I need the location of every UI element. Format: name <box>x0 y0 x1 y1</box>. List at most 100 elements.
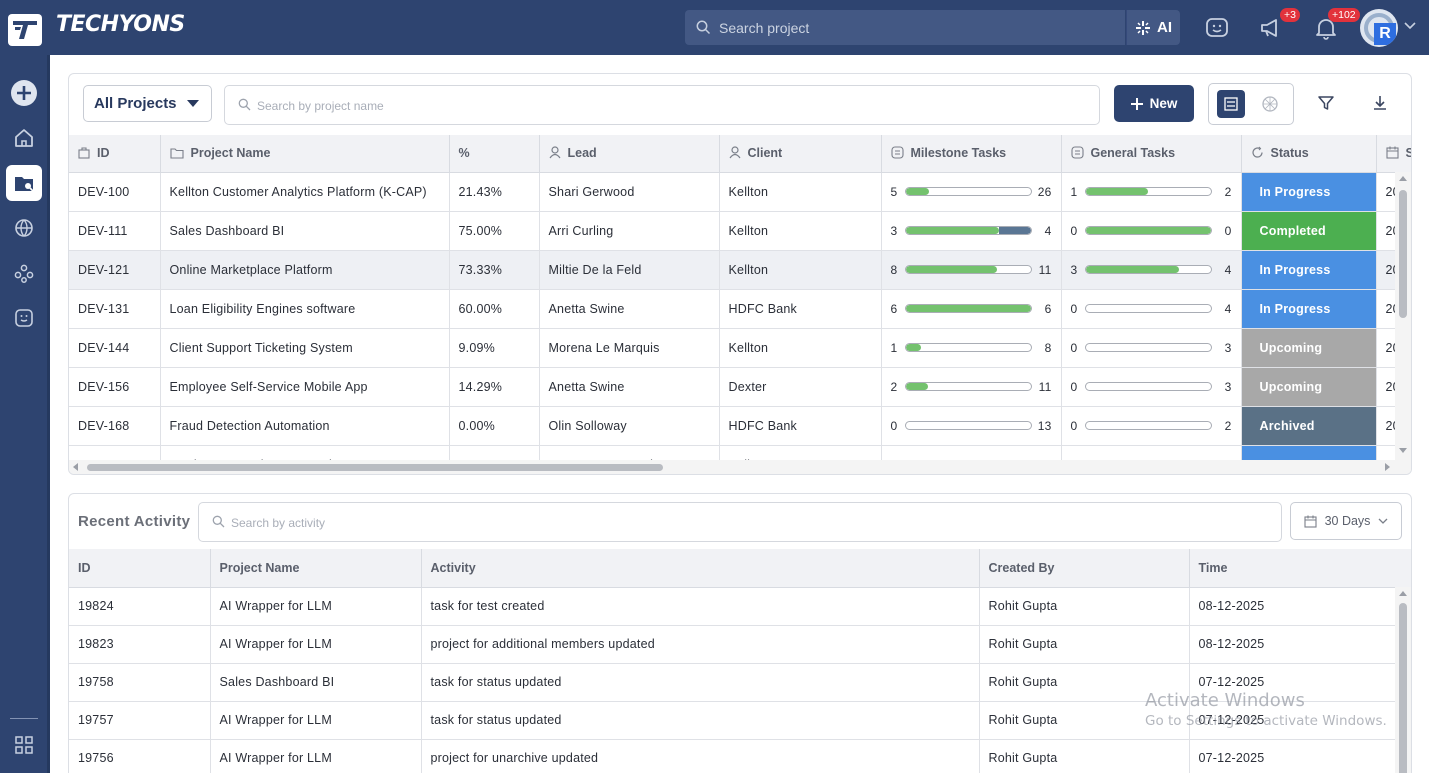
table-row[interactable]: 19756AI Wrapper for LLMproject for unarc… <box>69 739 1411 773</box>
ai-label: AI <box>1157 19 1172 36</box>
cell-project-name[interactable]: Loan Eligibility Engines software <box>160 289 449 328</box>
cell-activity-time: 07-12-2025 <box>1189 701 1411 739</box>
table-row[interactable]: DEV-156Employee Self-Service Mobile App1… <box>69 367 1411 406</box>
cell-milestone-tasks: 412 <box>881 445 1061 460</box>
activity-vertical-scrollbar[interactable] <box>1395 587 1411 773</box>
task-icon <box>891 146 904 159</box>
cell-status[interactable]: Completed <box>1241 211 1376 250</box>
cell-project-name[interactable]: Client Support Ticketing System <box>160 328 449 367</box>
status-badge[interactable]: In Progress <box>1242 290 1376 328</box>
global-search[interactable] <box>685 10 1125 45</box>
col-project-name[interactable]: Project Name <box>160 135 449 172</box>
cell-status[interactable]: Upcoming <box>1241 367 1376 406</box>
ai-button[interactable]: AI <box>1126 10 1180 45</box>
cell-general-tasks: 04 <box>1061 445 1241 460</box>
projects-horizontal-scrollbar[interactable] <box>69 460 1411 474</box>
cell-status[interactable]: In Progress <box>1241 289 1376 328</box>
cell-project-name[interactable]: Invoice Processing Automation <box>160 445 449 460</box>
project-filter-dropdown[interactable]: All Projects <box>83 85 212 122</box>
project-search-input[interactable] <box>257 97 857 115</box>
table-row[interactable]: DEV-111Sales Dashboard BI75.00%Arri Curl… <box>69 211 1411 250</box>
rail-apps[interactable] <box>6 727 42 763</box>
cell-project-name[interactable]: Fraud Detection Automation <box>160 406 449 445</box>
col-percent[interactable]: % <box>449 135 539 172</box>
chevron-down-icon[interactable] <box>1404 22 1416 30</box>
col-activity-project[interactable]: Project Name <box>210 549 421 587</box>
col-activity-created-by[interactable]: Created By <box>979 549 1189 587</box>
cell-status[interactable]: In Progress <box>1241 172 1376 211</box>
col-activity-id[interactable]: ID <box>69 549 210 587</box>
cell-project-name[interactable]: Sales Dashboard BI <box>160 211 449 250</box>
cell-status[interactable]: Upcoming <box>1241 328 1376 367</box>
status-badge[interactable]: Archived <box>1242 407 1376 445</box>
cell-project-name[interactable]: Online Marketplace Platform <box>160 250 449 289</box>
table-row[interactable]: DEV-179Invoice Processing Automation25.0… <box>69 445 1411 460</box>
milestone-done: 5 <box>891 185 899 199</box>
table-row[interactable]: DEV-121Online Marketplace Platform73.33%… <box>69 250 1411 289</box>
cell-id: DEV-144 <box>69 328 160 367</box>
col-activity-text[interactable]: Activity <box>421 549 979 587</box>
grid-view-button[interactable] <box>1256 90 1284 118</box>
status-badge[interactable]: Upcoming <box>1242 368 1376 406</box>
col-lead[interactable]: Lead <box>539 135 719 172</box>
global-search-input[interactable] <box>719 18 1099 38</box>
table-row[interactable]: DEV-100Kellton Customer Analytics Platfo… <box>69 172 1411 211</box>
cell-project-name[interactable]: Kellton Customer Analytics Platform (K-C… <box>160 172 449 211</box>
calendar-icon <box>1386 146 1399 159</box>
filter-icon[interactable] <box>1317 94 1335 112</box>
chat-icon[interactable] <box>1204 15 1230 41</box>
cell-activity-project[interactable]: Sales Dashboard BI <box>210 663 421 701</box>
app-logo-icon[interactable] <box>8 14 42 46</box>
activity-search-input[interactable] <box>231 514 831 532</box>
table-row[interactable]: 19824AI Wrapper for LLMtask for test cre… <box>69 587 1411 625</box>
col-client[interactable]: Client <box>719 135 881 172</box>
cell-milestone-tasks: 66 <box>881 289 1061 328</box>
rail-create[interactable] <box>6 75 42 111</box>
apps-grid-icon <box>14 735 34 755</box>
status-badge[interactable]: In Progress <box>1242 173 1376 211</box>
cell-activity-project[interactable]: AI Wrapper for LLM <box>210 625 421 663</box>
projects-vertical-scrollbar[interactable] <box>1395 172 1411 460</box>
cell-project-name[interactable]: Employee Self-Service Mobile App <box>160 367 449 406</box>
list-view-button[interactable] <box>1217 90 1245 118</box>
table-row[interactable]: 19758Sales Dashboard BItask for status u… <box>69 663 1411 701</box>
cell-status[interactable]: In Progress <box>1241 445 1376 460</box>
avatar[interactable]: R <box>1360 9 1398 47</box>
cell-lead: Anetta Swine <box>539 367 719 406</box>
cell-activity-project[interactable]: AI Wrapper for LLM <box>210 587 421 625</box>
cell-activity-project[interactable]: AI Wrapper for LLM <box>210 701 421 739</box>
col-activity-time[interactable]: Time <box>1189 549 1411 587</box>
project-search[interactable] <box>224 85 1100 125</box>
col-general-tasks[interactable]: General Tasks <box>1061 135 1241 172</box>
cell-status[interactable]: Archived <box>1241 406 1376 445</box>
table-row[interactable]: 19757AI Wrapper for LLMtask for status u… <box>69 701 1411 739</box>
status-badge[interactable]: In Progress <box>1242 446 1376 461</box>
col-status[interactable]: Status <box>1241 135 1376 172</box>
status-badge[interactable]: Completed <box>1242 212 1376 250</box>
general-progress-bar <box>1085 304 1212 313</box>
rail-chat[interactable] <box>6 300 42 336</box>
table-row[interactable]: DEV-144Client Support Ticketing System9.… <box>69 328 1411 367</box>
rail-team[interactable] <box>6 255 42 291</box>
rail-globe[interactable] <box>6 210 42 246</box>
status-badge[interactable]: Upcoming <box>1242 329 1376 367</box>
cell-activity-project[interactable]: AI Wrapper for LLM <box>210 739 421 773</box>
col-id[interactable]: ID <box>69 135 160 172</box>
table-row[interactable]: 19823AI Wrapper for LLMproject for addit… <box>69 625 1411 663</box>
cell-status[interactable]: In Progress <box>1241 250 1376 289</box>
col-milestone-tasks[interactable]: Milestone Tasks <box>881 135 1061 172</box>
download-icon[interactable] <box>1371 94 1389 112</box>
table-row[interactable]: DEV-131Loan Eligibility Engines software… <box>69 289 1411 328</box>
new-project-button[interactable]: New <box>1114 85 1194 122</box>
milestone-total: 11 <box>1038 263 1052 277</box>
table-row[interactable]: DEV-168Fraud Detection Automation0.00%Ol… <box>69 406 1411 445</box>
date-range-dropdown[interactable]: 30 Days <box>1290 502 1402 540</box>
cell-percent: 25.00% <box>449 445 539 460</box>
rail-home[interactable] <box>6 120 42 156</box>
milestone-total: 13 <box>1038 419 1052 433</box>
activity-search[interactable] <box>198 502 1282 542</box>
col-start-date[interactable]: S <box>1376 135 1411 172</box>
rail-projects[interactable] <box>6 165 42 201</box>
status-badge[interactable]: In Progress <box>1242 251 1376 289</box>
megaphone-icon[interactable] <box>1258 15 1284 41</box>
